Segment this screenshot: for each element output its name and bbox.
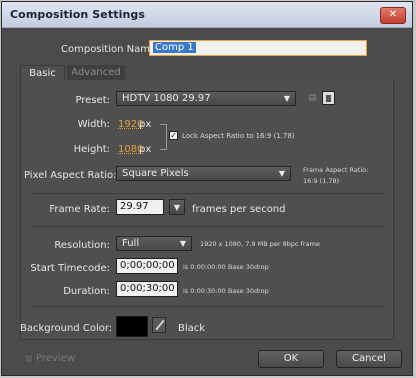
cancel-button[interactable]: Cancel [336,350,402,368]
trash-icon[interactable] [322,91,335,105]
chevron-down-icon: ▼ [283,94,290,103]
preset-value: HDTV 1080 29.97 [122,93,211,104]
width-label: Width: [77,119,110,130]
divider [30,193,385,194]
composition-settings-dialog: Composition Settings ✕ Composition Name:… [1,1,413,376]
chevron-down-icon: ▼ [173,203,180,212]
pixel-aspect-label: Pixel Aspect Ratio: [24,170,117,181]
dialog-title: Composition Settings [10,8,146,21]
height-label: Height: [73,144,110,155]
resolution-label: Resolution: [54,240,110,251]
comp-name-input[interactable]: Comp 1 [149,40,367,56]
width-unit: px [139,119,152,130]
chevron-down-icon: ▼ [278,169,285,178]
chevron-down-icon: ▼ [179,239,186,248]
background-color-name: Black [178,323,206,334]
divider [30,306,385,307]
lock-aspect-checkbox[interactable]: ✓ [169,131,178,140]
resolution-info: 1920 x 1080, 7.9 MB per 8bpc frame [200,240,320,248]
resolution-select[interactable]: Full ▼ [116,236,192,251]
lock-aspect-label: Lock Aspect Ratio to 16:9 (1.78) [182,132,295,140]
lock-bracket [160,124,167,150]
ok-button[interactable]: OK [258,350,324,368]
divider [30,226,385,227]
frame-rate-unit: frames per second [192,204,286,215]
tab-basic[interactable]: Basic [20,65,65,81]
frame-aspect-label: Frame Aspect Ratio: [303,166,369,174]
preset-select[interactable]: HDTV 1080 29.97 ▼ [116,91,296,106]
duration-input[interactable]: 0;00;30;00 [116,281,178,297]
background-color-swatch[interactable] [116,316,148,337]
tab-advanced[interactable]: Advanced [67,65,125,80]
start-timecode-input[interactable]: 0;00;00;00 [116,258,178,274]
close-button[interactable]: ✕ [380,7,406,24]
pixel-aspect-value: Square Pixels [122,168,189,179]
save-preset-icon[interactable]: ▤ [308,93,318,104]
preview-checkbox[interactable] [24,354,33,363]
preset-label: Preset: [75,95,110,106]
comp-name-value: Comp 1 [153,42,196,53]
preview-label: Preview [36,353,75,364]
frame-rate-dropdown[interactable]: ▼ [169,199,185,215]
comp-name-label: Composition Name: [61,44,160,55]
duration-label: Duration: [63,286,110,297]
start-timecode-label: Start Timecode: [30,263,110,274]
duration-info: is 0:00:30:00 Base 30drop [183,287,269,295]
start-timecode-info: is 0:00:00:00 Base 30drop [183,263,269,271]
background-color-label: Background Color: [20,323,113,334]
eyedropper-icon[interactable] [152,317,166,333]
frame-aspect-value: 16:9 (1.78) [303,177,340,185]
frame-rate-label: Frame Rate: [49,204,110,215]
frame-rate-input[interactable]: 29.97 [116,199,164,215]
resolution-value: Full [122,238,140,249]
height-unit: px [139,144,152,155]
title-bar: Composition Settings ✕ [2,2,412,28]
pixel-aspect-select[interactable]: Square Pixels ▼ [116,166,291,181]
